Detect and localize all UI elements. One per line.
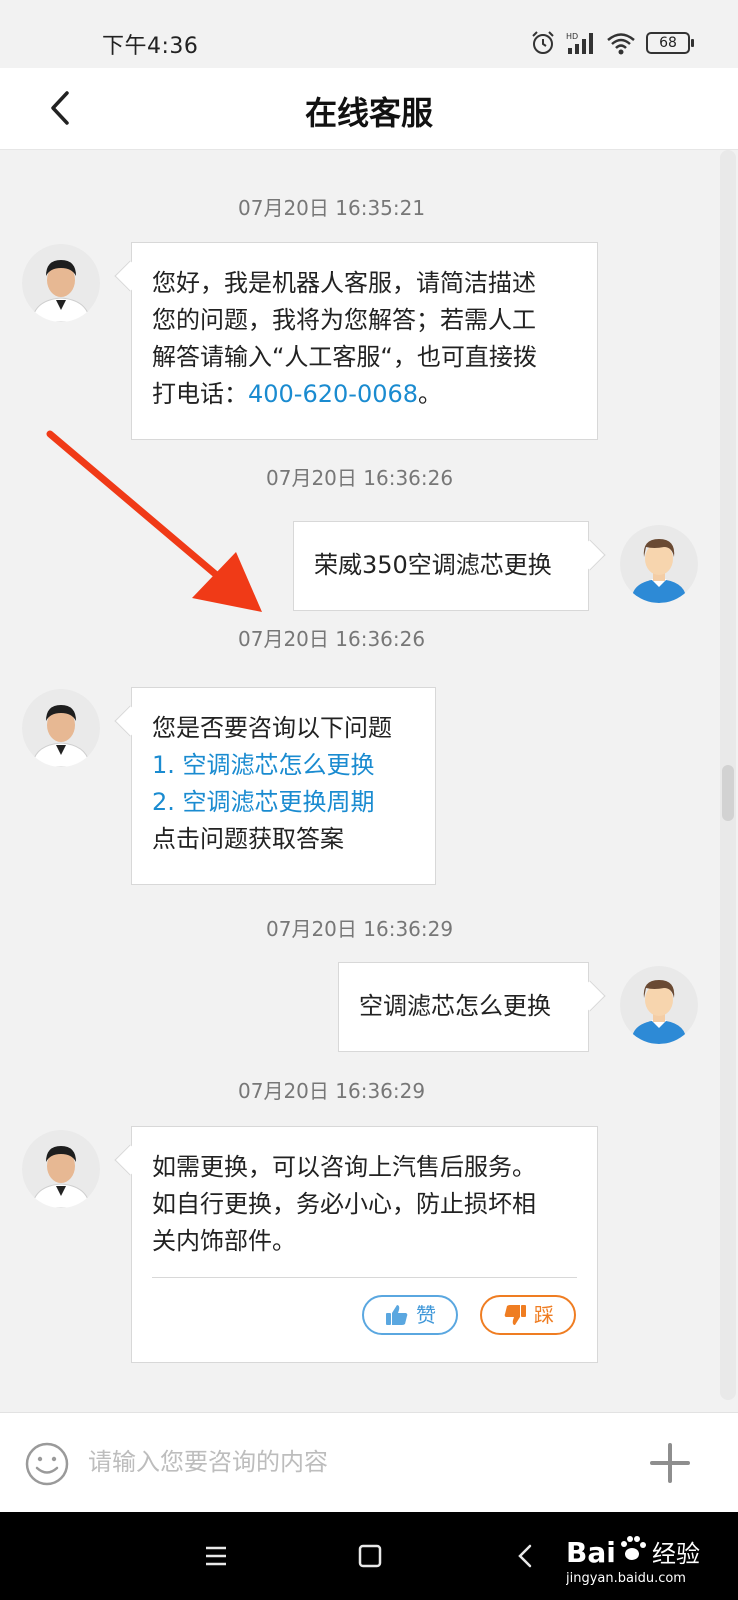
scrollbar-thumb[interactable]	[722, 765, 734, 821]
page-title: 在线客服	[304, 94, 433, 132]
system-navigation-bar: Bai 经验 jingyan.baidu.com	[0, 1512, 738, 1600]
wifi-icon	[607, 33, 635, 55]
dislike-label: 踩	[534, 1302, 554, 1327]
bubble-tail	[574, 980, 606, 1012]
plus-icon	[650, 1443, 690, 1483]
bot-message-bubble: 您是否要咨询以下问题 1. 空调滤芯怎么更换 2. 空调滤芯更换周期 点击问题获…	[114, 687, 436, 885]
thumbs-up-icon	[386, 1305, 408, 1325]
bot-avatar-image	[22, 1130, 100, 1208]
phone-prefix: 打电话：	[152, 380, 248, 408]
message-input-bar	[0, 1412, 738, 1512]
message-timestamp: 07月20日 16:36:26	[266, 466, 454, 490]
message-timestamp: 07月20日 16:36:26	[238, 627, 426, 651]
bot-message-bubble: 如需更换，可以咨询上汽售后服务。 如自行更换，务必小心，防止损坏相 关内饰部件。…	[114, 1126, 598, 1363]
suggestion-intro: 您是否要咨询以下问题	[152, 714, 392, 742]
header-bar: 在线客服	[0, 68, 738, 150]
message-divider	[152, 1277, 577, 1278]
message-timestamp: 07月20日 16:36:29	[266, 917, 454, 941]
alarm-icon	[532, 31, 554, 54]
hd-label: HD	[566, 32, 578, 41]
message-line: 如自行更换，务必小心，防止损坏相	[152, 1190, 536, 1218]
watermark-brand-suffix: 经验	[652, 1540, 700, 1568]
message-input[interactable]	[88, 1437, 608, 1487]
bot-avatar-image	[22, 244, 100, 322]
user-message-text: 空调滤芯怎么更换	[359, 992, 551, 1020]
status-icons: HD 68	[530, 28, 694, 58]
home-nav-button[interactable]	[352, 1538, 388, 1574]
cell-signal-icon: HD	[566, 32, 593, 54]
paw-icon	[621, 1536, 646, 1560]
user-message-bubble: 空调滤芯怎么更换	[338, 962, 606, 1052]
message-line: 您好，我是机器人客服，请简洁描述	[152, 269, 536, 297]
message-line: 您的问题，我将为您解答；若需人工	[152, 306, 536, 334]
emoji-button[interactable]	[24, 1441, 70, 1487]
bot-message-bubble: 您好，我是机器人客服，请简洁描述 您的问题，我将为您解答；若需人工 解答请输入“…	[114, 242, 598, 440]
thumbs-down-icon	[504, 1305, 526, 1325]
back-nav-button[interactable]	[508, 1538, 544, 1574]
annotation-arrow-icon	[46, 430, 262, 612]
bot-message-text: 如需更换，可以咨询上汽售后服务。 如自行更换，务必小心，防止损坏相 关内饰部件。	[152, 1149, 577, 1260]
message-timestamp: 07月20日 16:36:29	[238, 1079, 426, 1103]
dislike-button[interactable]: 踩	[480, 1295, 576, 1335]
phone-suffix: 。	[418, 380, 443, 408]
home-square-icon	[358, 1544, 382, 1568]
bubble-tail	[114, 705, 146, 737]
bot-avatar-image	[22, 689, 100, 767]
bot-message-text: 您是否要咨询以下问题 1. 空调滤芯怎么更换 2. 空调滤芯更换周期 点击问题获…	[152, 710, 415, 858]
bot-avatar	[22, 689, 100, 767]
baidu-jingyan-watermark: Bai 经验 jingyan.baidu.com	[566, 1536, 700, 1586]
message-line: 打电话：400-620-0068。	[152, 376, 577, 413]
bubble-tail	[114, 1144, 146, 1176]
user-message-bubble: 荣威350空调滤芯更换	[293, 521, 606, 611]
bubble-tail	[114, 260, 146, 292]
bot-avatar	[22, 1130, 100, 1208]
status-time: 下午4:36	[102, 34, 199, 59]
message-line: 解答请输入“人工客服“，也可直接拨	[152, 343, 537, 371]
suggestion-footer: 点击问题获取答案	[152, 825, 344, 853]
user-avatar-image	[620, 525, 698, 603]
bot-avatar	[22, 244, 100, 322]
message-timestamp: 07月20日 16:35:21	[238, 196, 426, 220]
like-button[interactable]: 赞	[362, 1295, 458, 1335]
back-triangle-icon	[518, 1544, 532, 1568]
message-line: 关内饰部件。	[152, 1227, 296, 1255]
phone-link[interactable]: 400-620-0068	[248, 380, 418, 408]
watermark-brand: Bai	[566, 1536, 616, 1569]
user-avatar	[620, 525, 698, 603]
smiley-icon	[25, 1442, 69, 1486]
watermark-domain: jingyan.baidu.com	[566, 1571, 686, 1586]
bubble-tail	[574, 539, 606, 571]
menu-icon	[206, 1546, 226, 1566]
like-label: 赞	[416, 1302, 436, 1327]
suggestion-link[interactable]: 1. 空调滤芯怎么更换	[152, 747, 415, 784]
message-line: 如需更换，可以咨询上汽售后服务。	[152, 1153, 536, 1181]
user-message-text: 荣威350空调滤芯更换	[314, 551, 552, 579]
battery-icon: 68	[646, 32, 694, 54]
suggestion-link[interactable]: 2. 空调滤芯更换周期	[152, 784, 415, 821]
user-avatar-image	[620, 966, 698, 1044]
more-button[interactable]	[648, 1441, 692, 1485]
user-avatar	[620, 966, 698, 1044]
bot-message-text: 您好，我是机器人客服，请简洁描述 您的问题，我将为您解答；若需人工 解答请输入“…	[152, 265, 577, 413]
status-bar: 下午4:36 HD 68	[0, 0, 738, 68]
menu-nav-button[interactable]	[198, 1538, 234, 1574]
